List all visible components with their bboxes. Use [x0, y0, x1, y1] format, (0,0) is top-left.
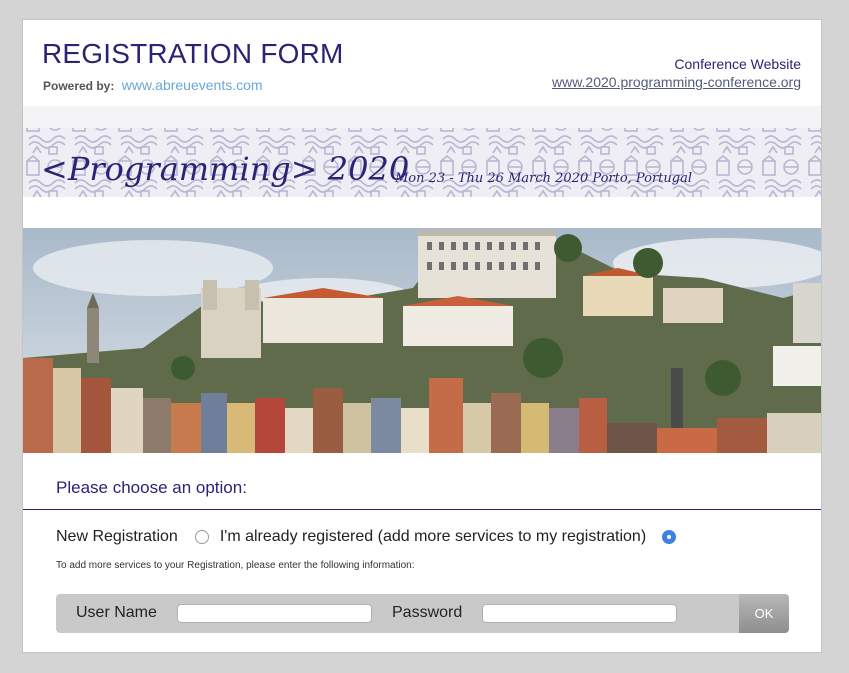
- powered-by-link[interactable]: www.abreuevents.com: [122, 77, 263, 93]
- already-registered-radio[interactable]: [662, 530, 677, 544]
- new-registration-label: New Registration: [56, 528, 178, 545]
- powered-by: Powered by: www.abreuevents.com: [43, 77, 263, 93]
- username-input[interactable]: [177, 604, 372, 623]
- banner-bottom-band: [23, 106, 821, 128]
- registration-card: REGISTRATION FORM Powered by: www.abreue…: [22, 19, 822, 653]
- conference-website-label: Conference Website: [674, 56, 801, 72]
- conference-title: <Programming> 2020: [41, 150, 410, 188]
- choose-option-heading: Please choose an option:: [56, 478, 247, 497]
- add-services-hint: To add more services to your Registratio…: [56, 560, 415, 571]
- conference-website-link[interactable]: www.2020.programming-conference.org: [552, 74, 801, 90]
- porto-cityscape-photo: [23, 228, 821, 453]
- already-registered-label: I'm already registered (add more service…: [219, 528, 647, 545]
- powered-by-label: Powered by:: [43, 79, 115, 93]
- new-registration-radio[interactable]: [194, 530, 209, 544]
- conference-dates: Mon 23 - Thu 26 March 2020 Porto, Portug…: [395, 171, 693, 186]
- registration-options: New Registration I'm already registered …: [56, 528, 677, 546]
- login-bar: User Name Password OK: [56, 594, 789, 633]
- section-divider: [23, 509, 821, 510]
- page-title: REGISTRATION FORM: [42, 38, 344, 69]
- ok-button[interactable]: OK: [739, 594, 789, 633]
- password-input[interactable]: [482, 604, 677, 623]
- password-label: Password: [392, 604, 463, 621]
- username-label: User Name: [76, 604, 157, 621]
